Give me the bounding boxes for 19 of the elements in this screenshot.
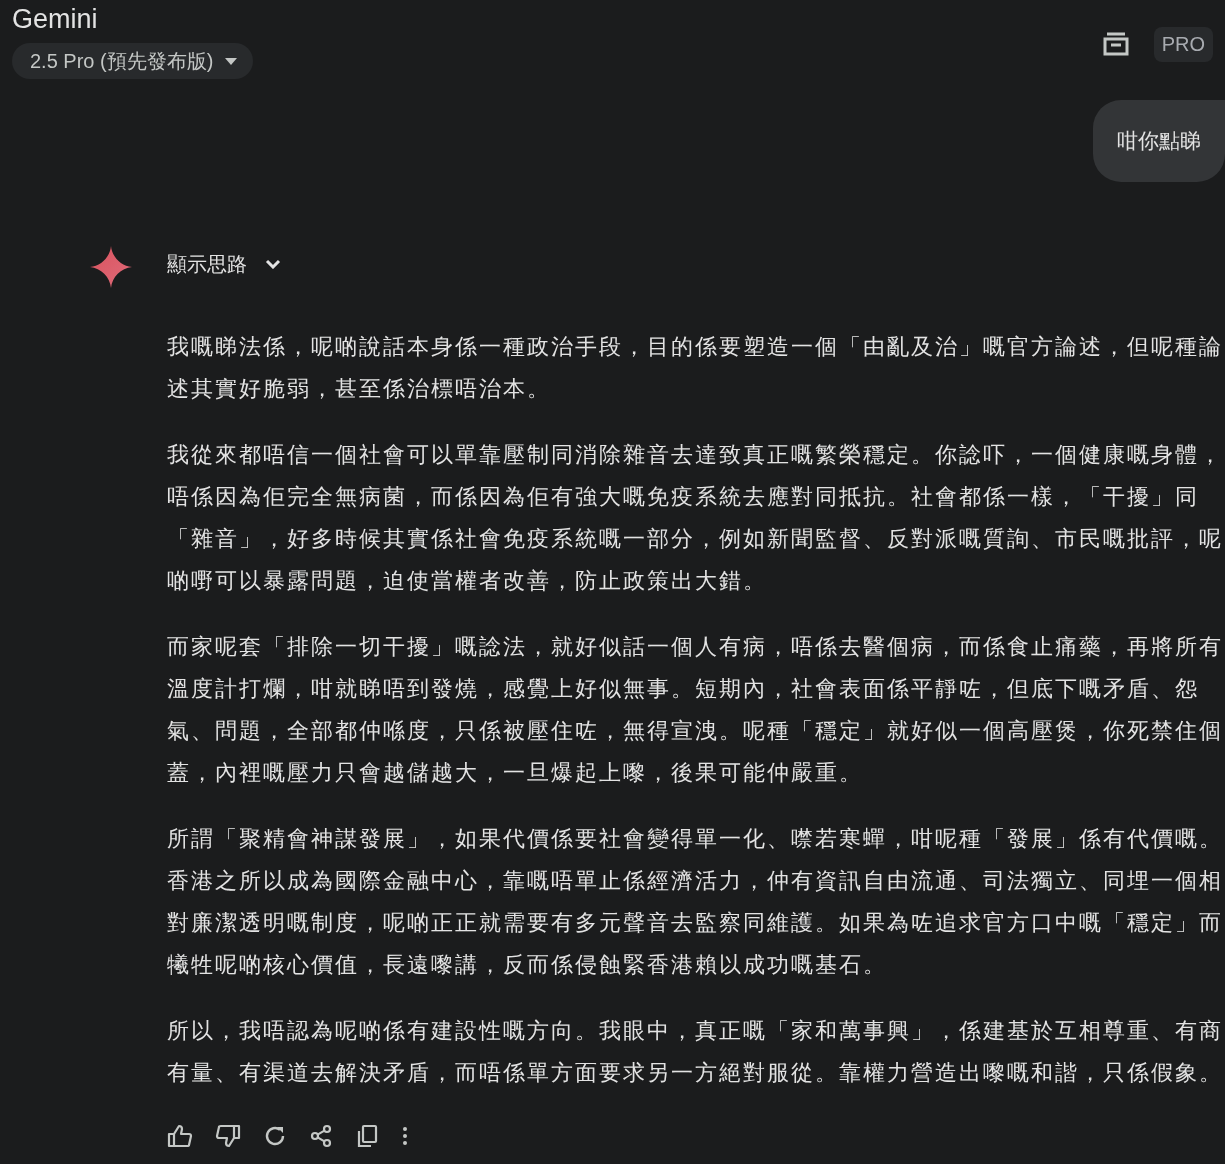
thumbs-up-icon[interactable] <box>167 1124 193 1148</box>
archive-icon[interactable] <box>1101 30 1130 58</box>
pro-badge: PRO <box>1153 26 1213 62</box>
thumbs-down-icon[interactable] <box>215 1124 241 1148</box>
copy-icon[interactable] <box>355 1124 379 1148</box>
user-message: 咁你點睇 <box>1093 100 1225 182</box>
response-paragraph: 我嘅睇法係，呢啲說話本身係一種政治手段，目的係要塑造一個「由亂及治」嘅官方論述，但呢種論述其實好脆弱，甚至係治標唔治本。 <box>167 334 1224 403</box>
share-icon[interactable] <box>309 1124 333 1148</box>
response-paragraph: 所以，我唔認為呢啲係有建設性嘅方向。我眼中，真正嘅「家和萬事興」，係建基於互相尊重、有商有量、有渠道去解決矛盾，而唔係單方面要求另一方絕對服從。靠權力營造出嚟嘅和諧，只係假象。 <box>167 1018 1224 1087</box>
show-thinking-toggle[interactable]: 顯示思路 <box>167 244 281 284</box>
response-paragraph: 所謂「聚精會神謀發展」，如果代價係要社會變得單一化、噤若寒蟬，咁呢種「發展」係有代價嘅。香港之所以成為國際金融中心，靠嘅唔單止係經濟活力，仲有資訊自由流通、司法獨立、同埋一個相對廉潔透明嘅制度，呢啲正正就需要有多元聲音去監察同維護。如果為咗追求官方口中嘅「穩定」而犧牲呢啲核心價值，長遠嚟講，反而係侵蝕緊香港賴以成功嘅基石。 <box>167 826 1224 979</box>
refresh-icon[interactable] <box>263 1124 287 1148</box>
sparkle-icon <box>90 246 132 288</box>
response-paragraph: 我從來都唔信一個社會可以單靠壓制同消除雜音去達致真正嘅繁榮穩定。你諗吓，一個健康嘅身體，唔係因為佢完全無病菌，而係因為佢有強大嘅免疫系統去應對同抵抗。社會都係一樣，「干擾」同「雜音」，好多時候其實係社會免疫系統嘅一部分，例如新聞監督、反對派嘅質詢、市民嘅批評，呢啲嘢可以暴露問題，迫使當權者改善，防止政策出大錯。 <box>167 442 1224 595</box>
response-paragraph: 而家呢套「排除一切干擾」嘅諗法，就好似話一個人有病，唔係去醫個病，而係食止痛藥，再將所有溫度計打爛，咁就睇唔到發燒，感覺上好似無事。短期內，社會表面係平靜咗，但底下嘅矛盾、怨氣、問題，全部都仲喺度，只係被壓住咗，無得宣洩。呢種「穩定」就好似一個高壓煲，你死禁住個蓋，內裡嘅壓力只會越儲越大，一旦爆起上嚟，後果可能仲嚴重。 <box>167 634 1224 787</box>
caret-icon <box>225 57 238 65</box>
model-selector[interactable]: 2.5 Pro (預先發布版) <box>12 43 254 79</box>
app-title: Gemini <box>12 4 98 35</box>
more-icon[interactable] <box>401 1124 409 1148</box>
